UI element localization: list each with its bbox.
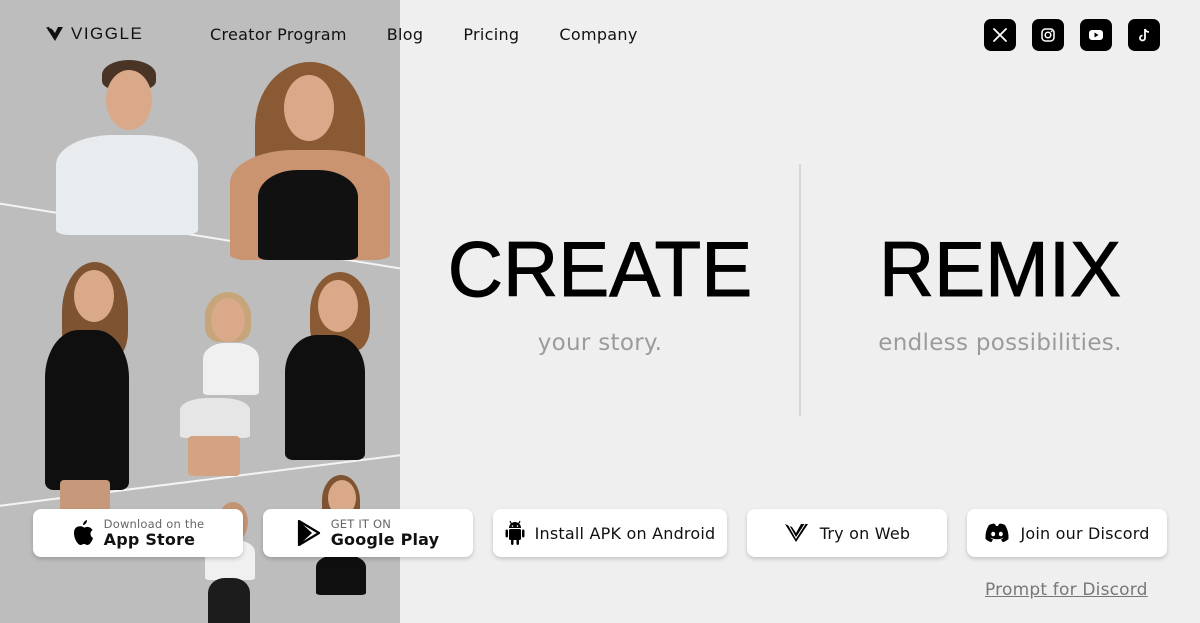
google-play-small-text: GET IT ON xyxy=(330,516,392,531)
instagram-icon xyxy=(1041,28,1055,42)
app-store-small-text: Download on the xyxy=(103,516,205,531)
main-nav: Creator Program Blog Pricing Company xyxy=(210,25,678,44)
social-tiktok-button[interactable] xyxy=(1128,19,1160,51)
hero-create: CREATE your story. xyxy=(440,225,760,357)
try-on-web-label: Try on Web xyxy=(819,523,911,543)
google-play-large-text: Google Play xyxy=(330,529,440,549)
x-icon xyxy=(993,28,1007,42)
apple-icon xyxy=(73,520,93,545)
nav-blog[interactable]: Blog xyxy=(387,25,424,44)
social-youtube-button[interactable] xyxy=(1080,19,1112,51)
logo-text: VIGGLE xyxy=(71,24,144,43)
viggle-logo[interactable]: VIGGLE xyxy=(45,24,143,44)
nav-pricing[interactable]: Pricing xyxy=(463,25,519,44)
hero-divider xyxy=(799,164,801,416)
viggle-logo-icon xyxy=(784,523,808,542)
tiktok-icon xyxy=(1139,28,1150,42)
google-play-icon xyxy=(297,520,320,546)
hero-create-subtitle: your story. xyxy=(537,330,663,356)
android-icon xyxy=(505,520,525,545)
hero-remix-title: REMIX xyxy=(878,225,1122,313)
social-instagram-button[interactable] xyxy=(1032,19,1064,51)
install-apk-label: Install APK on Android xyxy=(534,523,716,543)
discord-icon xyxy=(985,523,1009,542)
social-links xyxy=(984,19,1160,51)
try-on-web-button[interactable]: Try on Web xyxy=(747,509,947,557)
viggle-logo-icon xyxy=(46,26,63,41)
app-store-button[interactable]: Download on the App Store xyxy=(33,509,243,557)
hero-remix-subtitle: endless possibilities. xyxy=(878,330,1122,356)
nav-creator-program[interactable]: Creator Program xyxy=(210,25,347,44)
app-store-large-text: App Store xyxy=(103,529,196,549)
google-play-button[interactable]: GET IT ON Google Play xyxy=(263,509,473,557)
youtube-icon xyxy=(1089,30,1103,40)
hero-create-title: CREATE xyxy=(447,225,753,313)
install-apk-button[interactable]: Install APK on Android xyxy=(493,509,727,557)
nav-company[interactable]: Company xyxy=(559,25,637,44)
social-x-button[interactable] xyxy=(984,19,1016,51)
join-discord-label: Join our Discord xyxy=(1020,523,1150,543)
prompt-for-discord-link[interactable]: Prompt for Discord xyxy=(985,580,1148,600)
join-discord-button[interactable]: Join our Discord xyxy=(967,509,1167,557)
hero-remix: REMIX endless possibilities. xyxy=(850,225,1150,357)
site-header: VIGGLE Creator Program Blog Pricing Comp… xyxy=(0,0,1200,70)
